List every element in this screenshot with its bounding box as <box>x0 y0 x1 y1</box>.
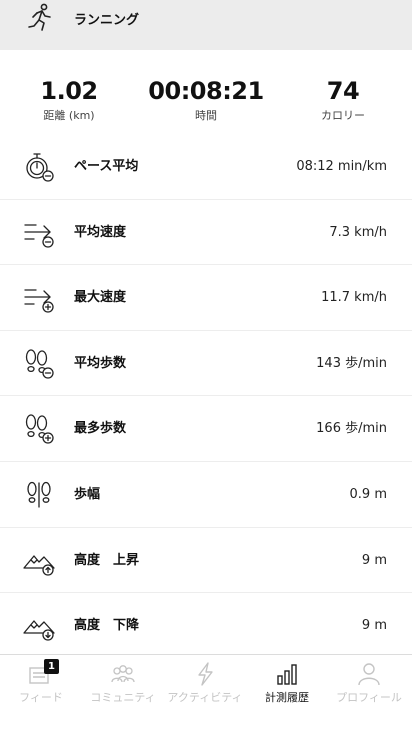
metric-value: 9 m <box>361 552 387 568</box>
list-item: 歩幅 0.9 m <box>0 462 412 528</box>
metric-name: 平均歩数 <box>74 355 127 371</box>
bottom-tab-bar: 1 フィード コミュニティ アクティビティ 計測履歴 プロフィール <box>0 654 412 740</box>
tab-history[interactable]: 計測履歴 <box>246 655 328 715</box>
distance-value: 1.02 <box>40 77 98 105</box>
list-item: 最多歩数 166 歩/min <box>0 396 412 462</box>
metric-name: 最多歩数 <box>74 421 127 437</box>
calories-stat: 74 カロリー <box>283 76 403 124</box>
tab-label: フィード <box>19 691 63 704</box>
metric-value: 9 m <box>361 618 387 634</box>
footsteps-max-icon <box>25 414 54 445</box>
metric-value: 08:12 min/km <box>296 159 387 174</box>
list-item: 高度 上昇 9 m <box>0 528 412 594</box>
tab-label: 計測履歴 <box>265 691 309 704</box>
time-value: 00:08:21 <box>148 77 264 105</box>
mountain-down-icon <box>23 620 55 641</box>
list-item: 平均速度 7.3 km/h <box>0 200 412 266</box>
list-item: ペース平均 08:12 min/km <box>0 134 412 200</box>
metric-value: 7.3 km/h <box>329 224 387 240</box>
stopwatch-icon <box>26 153 54 182</box>
metric-value: 166 歩/min <box>316 421 387 437</box>
metric-name: 最大速度 <box>74 290 127 306</box>
tab-label: アクティビティ <box>167 691 243 704</box>
metrics-list: ペース平均 08:12 min/km 平均速度 7.3 km/h 最大速度 11… <box>0 134 412 659</box>
list-item: 平均歩数 143 歩/min <box>0 331 412 397</box>
notification-badge: 1 <box>44 659 59 674</box>
app-header: ランニング <box>0 0 412 50</box>
list-item: 高度 下降 9 m <box>0 593 412 659</box>
mountain-up-icon <box>23 554 55 576</box>
metric-value: 143 歩/min <box>316 355 387 371</box>
metric-name: 歩幅 <box>74 486 101 502</box>
community-icon <box>111 665 135 683</box>
metric-value: 11.7 km/h <box>321 290 387 306</box>
footsteps-average-icon <box>25 349 54 379</box>
time-label: 時間 <box>195 109 217 122</box>
tab-community[interactable]: コミュニティ <box>82 655 164 715</box>
time-stat: 00:08:21 時間 <box>146 76 266 124</box>
profile-icon <box>358 663 380 686</box>
metric-name: 高度 上昇 <box>74 552 140 568</box>
tab-label: プロフィール <box>336 691 402 704</box>
summary-stats: 1.02 距離 (km) 00:08:21 時間 74 カロリー <box>0 76 412 132</box>
runner-icon <box>28 3 51 31</box>
metric-name: 平均速度 <box>74 224 127 240</box>
calories-label: カロリー <box>321 109 365 122</box>
metric-name: 高度 下降 <box>74 618 140 634</box>
bar-chart-icon <box>277 664 297 685</box>
tab-label: コミュニティ <box>90 691 156 704</box>
speed-max-icon <box>24 289 54 313</box>
distance-label: 距離 (km) <box>43 109 95 122</box>
bolt-icon <box>198 662 213 686</box>
metric-name: ペース平均 <box>74 159 139 174</box>
list-item: 最大速度 11.7 km/h <box>0 265 412 331</box>
stride-icon <box>27 481 51 508</box>
tab-feed[interactable]: 1 フィード <box>0 655 82 715</box>
tab-activity[interactable]: アクティビティ <box>164 655 246 715</box>
speed-average-icon <box>24 223 54 248</box>
metric-value: 0.9 m <box>349 486 387 502</box>
distance-stat: 1.02 距離 (km) <box>9 76 129 124</box>
calories-value: 74 <box>326 77 360 105</box>
page-title: ランニング <box>74 13 140 28</box>
tab-profile[interactable]: プロフィール <box>328 655 410 715</box>
